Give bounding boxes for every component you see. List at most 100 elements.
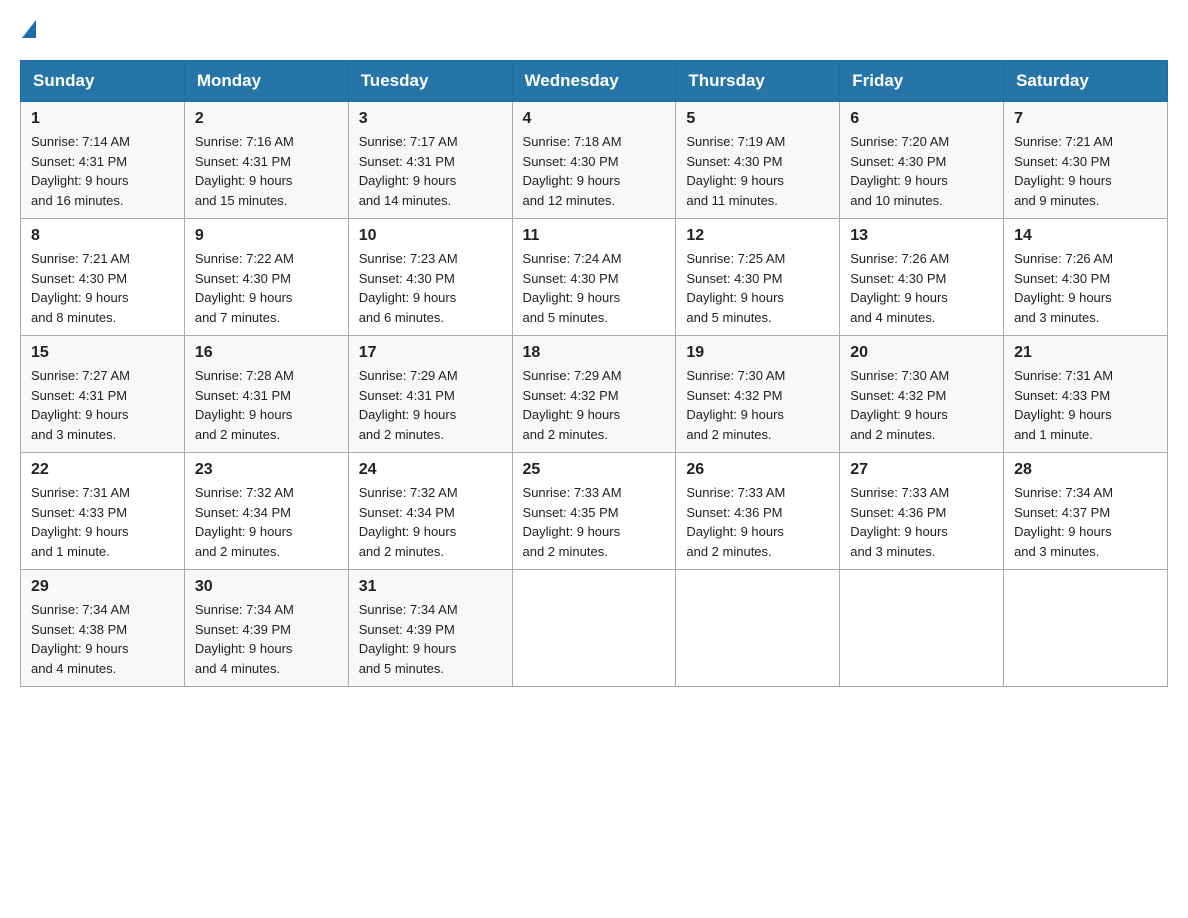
calendar-cell: 3 Sunrise: 7:17 AM Sunset: 4:31 PM Dayli… — [348, 102, 512, 219]
day-number: 28 — [1014, 461, 1157, 479]
day-info: Sunrise: 7:20 AM Sunset: 4:30 PM Dayligh… — [850, 132, 993, 210]
day-number: 27 — [850, 461, 993, 479]
day-info: Sunrise: 7:26 AM Sunset: 4:30 PM Dayligh… — [850, 249, 993, 327]
calendar-cell: 17 Sunrise: 7:29 AM Sunset: 4:31 PM Dayl… — [348, 336, 512, 453]
calendar-cell — [512, 570, 676, 687]
column-header-tuesday: Tuesday — [348, 61, 512, 102]
calendar-cell — [676, 570, 840, 687]
day-number: 24 — [359, 461, 502, 479]
calendar-cell: 8 Sunrise: 7:21 AM Sunset: 4:30 PM Dayli… — [21, 219, 185, 336]
day-info: Sunrise: 7:21 AM Sunset: 4:30 PM Dayligh… — [1014, 132, 1157, 210]
day-info: Sunrise: 7:30 AM Sunset: 4:32 PM Dayligh… — [850, 366, 993, 444]
day-info: Sunrise: 7:22 AM Sunset: 4:30 PM Dayligh… — [195, 249, 338, 327]
day-number: 30 — [195, 578, 338, 596]
day-number: 9 — [195, 227, 338, 245]
day-number: 17 — [359, 344, 502, 362]
day-number: 1 — [31, 110, 174, 128]
calendar-cell: 29 Sunrise: 7:34 AM Sunset: 4:38 PM Dayl… — [21, 570, 185, 687]
calendar-cell: 13 Sunrise: 7:26 AM Sunset: 4:30 PM Dayl… — [840, 219, 1004, 336]
day-info: Sunrise: 7:33 AM Sunset: 4:36 PM Dayligh… — [850, 483, 993, 561]
day-info: Sunrise: 7:17 AM Sunset: 4:31 PM Dayligh… — [359, 132, 502, 210]
day-info: Sunrise: 7:32 AM Sunset: 4:34 PM Dayligh… — [195, 483, 338, 561]
calendar-cell — [1004, 570, 1168, 687]
day-number: 29 — [31, 578, 174, 596]
day-info: Sunrise: 7:34 AM Sunset: 4:38 PM Dayligh… — [31, 600, 174, 678]
calendar-body: 1 Sunrise: 7:14 AM Sunset: 4:31 PM Dayli… — [21, 102, 1168, 687]
column-header-thursday: Thursday — [676, 61, 840, 102]
calendar-cell: 11 Sunrise: 7:24 AM Sunset: 4:30 PM Dayl… — [512, 219, 676, 336]
column-header-sunday: Sunday — [21, 61, 185, 102]
day-number: 16 — [195, 344, 338, 362]
calendar-cell — [840, 570, 1004, 687]
calendar-week-row: 1 Sunrise: 7:14 AM Sunset: 4:31 PM Dayli… — [21, 102, 1168, 219]
column-header-monday: Monday — [184, 61, 348, 102]
day-number: 4 — [523, 110, 666, 128]
day-number: 25 — [523, 461, 666, 479]
calendar-cell: 24 Sunrise: 7:32 AM Sunset: 4:34 PM Dayl… — [348, 453, 512, 570]
logo-triangle-icon — [22, 20, 36, 38]
calendar-cell: 15 Sunrise: 7:27 AM Sunset: 4:31 PM Dayl… — [21, 336, 185, 453]
day-info: Sunrise: 7:29 AM Sunset: 4:31 PM Dayligh… — [359, 366, 502, 444]
column-header-friday: Friday — [840, 61, 1004, 102]
calendar-cell: 26 Sunrise: 7:33 AM Sunset: 4:36 PM Dayl… — [676, 453, 840, 570]
day-info: Sunrise: 7:29 AM Sunset: 4:32 PM Dayligh… — [523, 366, 666, 444]
day-info: Sunrise: 7:18 AM Sunset: 4:30 PM Dayligh… — [523, 132, 666, 210]
calendar-cell: 9 Sunrise: 7:22 AM Sunset: 4:30 PM Dayli… — [184, 219, 348, 336]
day-number: 31 — [359, 578, 502, 596]
calendar-header-row: SundayMondayTuesdayWednesdayThursdayFrid… — [21, 61, 1168, 102]
calendar-cell: 2 Sunrise: 7:16 AM Sunset: 4:31 PM Dayli… — [184, 102, 348, 219]
calendar-cell: 14 Sunrise: 7:26 AM Sunset: 4:30 PM Dayl… — [1004, 219, 1168, 336]
logo — [20, 20, 38, 40]
calendar-cell: 16 Sunrise: 7:28 AM Sunset: 4:31 PM Dayl… — [184, 336, 348, 453]
day-info: Sunrise: 7:28 AM Sunset: 4:31 PM Dayligh… — [195, 366, 338, 444]
day-info: Sunrise: 7:23 AM Sunset: 4:30 PM Dayligh… — [359, 249, 502, 327]
calendar-cell: 18 Sunrise: 7:29 AM Sunset: 4:32 PM Dayl… — [512, 336, 676, 453]
calendar-cell: 5 Sunrise: 7:19 AM Sunset: 4:30 PM Dayli… — [676, 102, 840, 219]
calendar-cell: 25 Sunrise: 7:33 AM Sunset: 4:35 PM Dayl… — [512, 453, 676, 570]
day-info: Sunrise: 7:31 AM Sunset: 4:33 PM Dayligh… — [31, 483, 174, 561]
day-number: 3 — [359, 110, 502, 128]
day-info: Sunrise: 7:33 AM Sunset: 4:35 PM Dayligh… — [523, 483, 666, 561]
day-info: Sunrise: 7:26 AM Sunset: 4:30 PM Dayligh… — [1014, 249, 1157, 327]
day-number: 10 — [359, 227, 502, 245]
calendar-cell: 28 Sunrise: 7:34 AM Sunset: 4:37 PM Dayl… — [1004, 453, 1168, 570]
day-number: 23 — [195, 461, 338, 479]
day-info: Sunrise: 7:24 AM Sunset: 4:30 PM Dayligh… — [523, 249, 666, 327]
day-number: 6 — [850, 110, 993, 128]
day-number: 18 — [523, 344, 666, 362]
day-number: 5 — [686, 110, 829, 128]
day-info: Sunrise: 7:34 AM Sunset: 4:39 PM Dayligh… — [195, 600, 338, 678]
day-number: 8 — [31, 227, 174, 245]
calendar-cell: 30 Sunrise: 7:34 AM Sunset: 4:39 PM Dayl… — [184, 570, 348, 687]
calendar-cell: 4 Sunrise: 7:18 AM Sunset: 4:30 PM Dayli… — [512, 102, 676, 219]
day-number: 11 — [523, 227, 666, 245]
day-info: Sunrise: 7:33 AM Sunset: 4:36 PM Dayligh… — [686, 483, 829, 561]
calendar-cell: 12 Sunrise: 7:25 AM Sunset: 4:30 PM Dayl… — [676, 219, 840, 336]
calendar-week-row: 8 Sunrise: 7:21 AM Sunset: 4:30 PM Dayli… — [21, 219, 1168, 336]
calendar-cell: 10 Sunrise: 7:23 AM Sunset: 4:30 PM Dayl… — [348, 219, 512, 336]
day-number: 7 — [1014, 110, 1157, 128]
day-number: 12 — [686, 227, 829, 245]
day-number: 13 — [850, 227, 993, 245]
day-info: Sunrise: 7:30 AM Sunset: 4:32 PM Dayligh… — [686, 366, 829, 444]
page-header — [20, 20, 1168, 40]
column-header-wednesday: Wednesday — [512, 61, 676, 102]
calendar-cell: 27 Sunrise: 7:33 AM Sunset: 4:36 PM Dayl… — [840, 453, 1004, 570]
day-number: 22 — [31, 461, 174, 479]
calendar-cell: 20 Sunrise: 7:30 AM Sunset: 4:32 PM Dayl… — [840, 336, 1004, 453]
day-info: Sunrise: 7:34 AM Sunset: 4:37 PM Dayligh… — [1014, 483, 1157, 561]
day-number: 2 — [195, 110, 338, 128]
calendar-cell: 1 Sunrise: 7:14 AM Sunset: 4:31 PM Dayli… — [21, 102, 185, 219]
calendar-cell: 19 Sunrise: 7:30 AM Sunset: 4:32 PM Dayl… — [676, 336, 840, 453]
calendar-table: SundayMondayTuesdayWednesdayThursdayFrid… — [20, 60, 1168, 687]
day-info: Sunrise: 7:14 AM Sunset: 4:31 PM Dayligh… — [31, 132, 174, 210]
calendar-cell: 21 Sunrise: 7:31 AM Sunset: 4:33 PM Dayl… — [1004, 336, 1168, 453]
column-header-saturday: Saturday — [1004, 61, 1168, 102]
day-info: Sunrise: 7:16 AM Sunset: 4:31 PM Dayligh… — [195, 132, 338, 210]
day-number: 26 — [686, 461, 829, 479]
calendar-cell: 7 Sunrise: 7:21 AM Sunset: 4:30 PM Dayli… — [1004, 102, 1168, 219]
day-number: 20 — [850, 344, 993, 362]
calendar-cell: 22 Sunrise: 7:31 AM Sunset: 4:33 PM Dayl… — [21, 453, 185, 570]
day-info: Sunrise: 7:32 AM Sunset: 4:34 PM Dayligh… — [359, 483, 502, 561]
day-info: Sunrise: 7:31 AM Sunset: 4:33 PM Dayligh… — [1014, 366, 1157, 444]
